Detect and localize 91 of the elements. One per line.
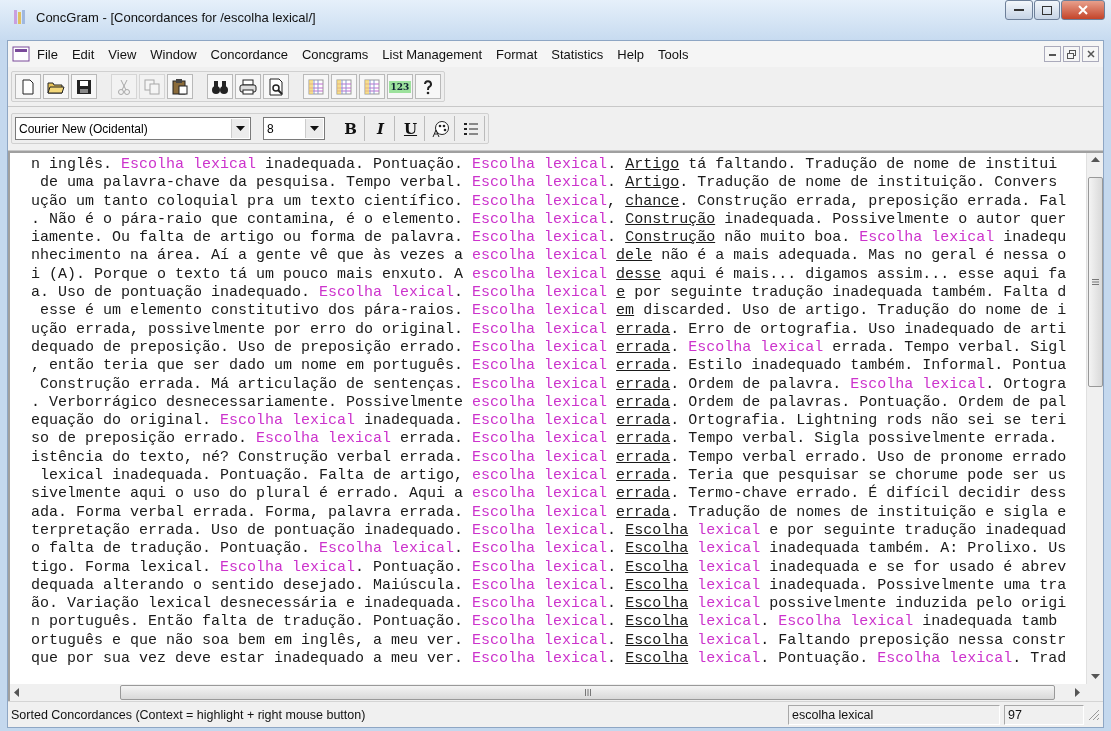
concordance-line: lexical inadequada. Pontuação. Falta de artigo, escolha lexical errada. Teria que pesquisar se chorume pode ser us: [39, 467, 1067, 485]
scissors-icon: [115, 77, 133, 96]
scroll-up-icon[interactable]: [1090, 157, 1100, 163]
resize-grip-icon: [1088, 708, 1100, 721]
scrollbar-thumb[interactable]: [120, 685, 1055, 700]
maximize-icon: [1042, 5, 1052, 15]
concordance-line: ada. Forma verbal errada. Forma, palavra errada. Escolha lexical errada. Tradução de nomes de instituição e sigla e: [31, 503, 1067, 522]
search-term-field: escolha lexical: [788, 704, 1000, 725]
italic-button[interactable]: I: [367, 116, 395, 141]
window-title: ConcGram - [Concordances for /escolha lexical/]: [36, 9, 317, 25]
toolbar-button[interactable]: [43, 74, 69, 99]
concordance-line: so de preposição errado. Escolha lexical errada. Escolha lexical errada. Tempo verbal. Sigla possivelmente errada.: [31, 430, 1058, 449]
dropdown-arrow-icon: [236, 125, 245, 132]
concordance-line: a. Uso de pontuação inadequado. Escolha lexical. Escolha lexical e por seguinte tradução inadequada também. Falta d: [31, 284, 1067, 303]
printer-icon: [239, 77, 257, 96]
menu-item[interactable]: File: [30, 43, 65, 65]
concordance-line: n português. Então falta de tradução. Pontuação. Escolha lexical. Escolha lexical. Escolha lexical inadequada tamb: [31, 613, 1058, 632]
scrollbar-thumb[interactable]: [1087, 177, 1103, 387]
copy-icon: [143, 77, 161, 96]
concordance-line: ução errada, possivelmente por erro do original. Escolha lexical errada. Erro de ortografia. Uso inadequado de arti: [31, 320, 1067, 339]
app-icon: [12, 9, 28, 25]
toolbar-button[interactable]: [167, 74, 193, 99]
table-icon: [335, 77, 353, 96]
concordance-line: nhecimento na área. Aí a gente vê que às vezes a escolha lexical dele não é a mais adequada. Mas no geral é nessa o: [31, 247, 1067, 266]
status-message: Sorted Concordances (Context = highlight + right mouse button): [11, 707, 367, 722]
close-button[interactable]: [1082, 46, 1099, 62]
concordance-line: , então teria que ser dado um nome em português. Escolha lexical errada. Estilo inadequado também. Informal. Pontua: [31, 357, 1067, 376]
minimize-button[interactable]: [1044, 46, 1061, 62]
grip-icon: [1091, 279, 1099, 285]
concordance-line: sivelmente aqui o uso do plural é errado. Aqui a escolha lexical errada. Termo-chave errado. É difícil decidir dess: [31, 485, 1067, 504]
concordance-line: equação do original. Escolha lexical inadequada. Escolha lexical errada. Ortografia. Lightning rods não sei se teri: [31, 412, 1067, 431]
close-icon: [1086, 50, 1095, 58]
concordance-line: n inglês. Escolha lexical inadequada. Pontuação. Escolha lexical. Artigo tá faltando. Tradução de nome de institui: [31, 156, 1058, 175]
palette-icon: [431, 119, 450, 138]
concordance-line: esse é um elemento constitutivo dos pára-raios. Escolha lexical em discarded. Uso de artigo. Tradução do nome de i: [39, 302, 1067, 321]
grip-icon: [584, 689, 591, 696]
close-button[interactable]: [1061, 0, 1105, 20]
concordance-line: que por sua vez deve estar inadequado a meu ver. Escolha lexical. Escolha lexical. Pontuação. Escolha lexical. Trad: [31, 650, 1067, 669]
scroll-down-icon[interactable]: [1090, 674, 1100, 680]
concordance-line: tigo. Forma lexical. Escolha lexical. Pontuação. Escolha lexical. Escolha lexical inadequada e se for usado é abrev: [31, 558, 1067, 577]
minimize-icon: [1049, 52, 1056, 56]
concordance-line: de uma palavra-chave da pesquisa. Tempo verbal. Escolha lexical. Artigo. Tradução de nome de instituição. Convers: [39, 174, 1058, 193]
concordance-line: ução um tanto coloquial pra um texto científico. Escolha lexical, chance. Construção errada, preposição errada. Fal: [31, 192, 1067, 211]
concordance-line: o falta de tradução. Pontuação. Escolha lexical. Escolha lexical. Escolha lexical inadequada também. A: Prolixo. Us: [31, 540, 1067, 559]
menu-item[interactable]: Tools: [651, 43, 696, 65]
scroll-left-icon[interactable]: [14, 688, 20, 697]
number-button[interactable]: 123: [387, 74, 413, 99]
count-field: 97: [1004, 704, 1084, 725]
toolbar-button[interactable]: [235, 74, 261, 99]
scroll-right-icon[interactable]: [1075, 688, 1081, 697]
maximize-button[interactable]: [1034, 0, 1060, 20]
concordance-line: . Verborrágico desnecessariamente. Possivelmente escolha lexical errada. Ordem de palavras. Pontuação. Ordem de pal: [31, 393, 1067, 413]
restore-button[interactable]: [1063, 46, 1080, 62]
minimize-button[interactable]: [1005, 0, 1033, 20]
underline-button[interactable]: U: [397, 116, 425, 141]
menu-item[interactable]: Format: [489, 43, 545, 65]
concordance-line: i (A). Porque o texto tá um pouco mais enxuto. A escolha lexical desse aqui é mais... digamos assim... esse aqui fa: [31, 265, 1067, 285]
size-dropdown[interactable]: 8: [263, 117, 325, 140]
print-preview-icon: [267, 77, 285, 96]
menu-item[interactable]: Statistics: [544, 43, 611, 65]
document-icon: [12, 46, 30, 62]
toolbar-button[interactable]: [415, 74, 441, 99]
concordance-line: dequada alterando o sentido desejado. Maiúscula. Escolha lexical. Escolha lexical inadequada. Possivelmente uma tra: [31, 576, 1067, 596]
menu-item[interactable]: Concordance: [203, 43, 295, 65]
concordance-line: ão. Variação lexical desnecessária e inadequada. Escolha lexical. Escolha lexical possivelmente induzida pelo origi: [31, 595, 1067, 614]
concordance-line: terpretação errada. Uso de pontuação inadequado. Escolha lexical. Escolha lexical e por seguinte tradução inadequad: [31, 521, 1067, 541]
table-icon: [363, 77, 381, 96]
concordance-line: . Não é o pára-raio que contamina, é o elemento. Escolha lexical. Construção inadequada. Possivelmente o autor quer: [31, 210, 1067, 230]
concordance-line: istência do texto, né? Construção verbal errada. Escolha lexical errada. Tempo verbal errado. Uso de pronome errado: [31, 448, 1067, 468]
concordance-line: ortuguês e que não soa bem em inglês, a meu ver. Escolha lexical. Escolha lexical. Faltando preposição nessa constr: [31, 631, 1067, 650]
toolbar-button[interactable]: [207, 74, 233, 99]
clipboard-icon: [171, 77, 189, 96]
toolbar-button[interactable]: [71, 74, 97, 99]
minimize-icon: [1014, 8, 1024, 12]
menu-item[interactable]: Window: [143, 43, 204, 65]
new-document-icon: [19, 77, 37, 96]
concordance-line: iamente. Ou falta de artigo ou forma de palavra. Escolha lexical. Construção não muito boa. Escolha lexical inadequ: [31, 229, 1067, 248]
font-dropdown[interactable]: Courier New (Ocidental): [15, 117, 251, 140]
bold-button[interactable]: B: [337, 116, 365, 141]
menu-item[interactable]: Edit: [64, 43, 102, 65]
dropdown-arrow-icon: [310, 125, 319, 132]
menu-item[interactable]: Concgrams: [294, 43, 376, 65]
menu-item[interactable]: View: [101, 43, 144, 65]
close-icon: [1078, 5, 1088, 15]
restore-icon: [1067, 49, 1076, 59]
concordance-line: dequado de preposição. Uso de preposição errado. Escolha lexical errada. Escolha lexical errada. Tempo verbal. Sigl: [31, 338, 1067, 358]
concordance-line: Construção errada. Má articulação de sentenças. Escolha lexical errada. Ordem de palavra. Escolha lexical. Ortogra: [39, 375, 1067, 394]
toolbar-button[interactable]: [263, 74, 289, 99]
table-icon: [307, 77, 325, 96]
menu-item[interactable]: Help: [610, 43, 652, 65]
menu-item[interactable]: List Management: [375, 43, 490, 65]
